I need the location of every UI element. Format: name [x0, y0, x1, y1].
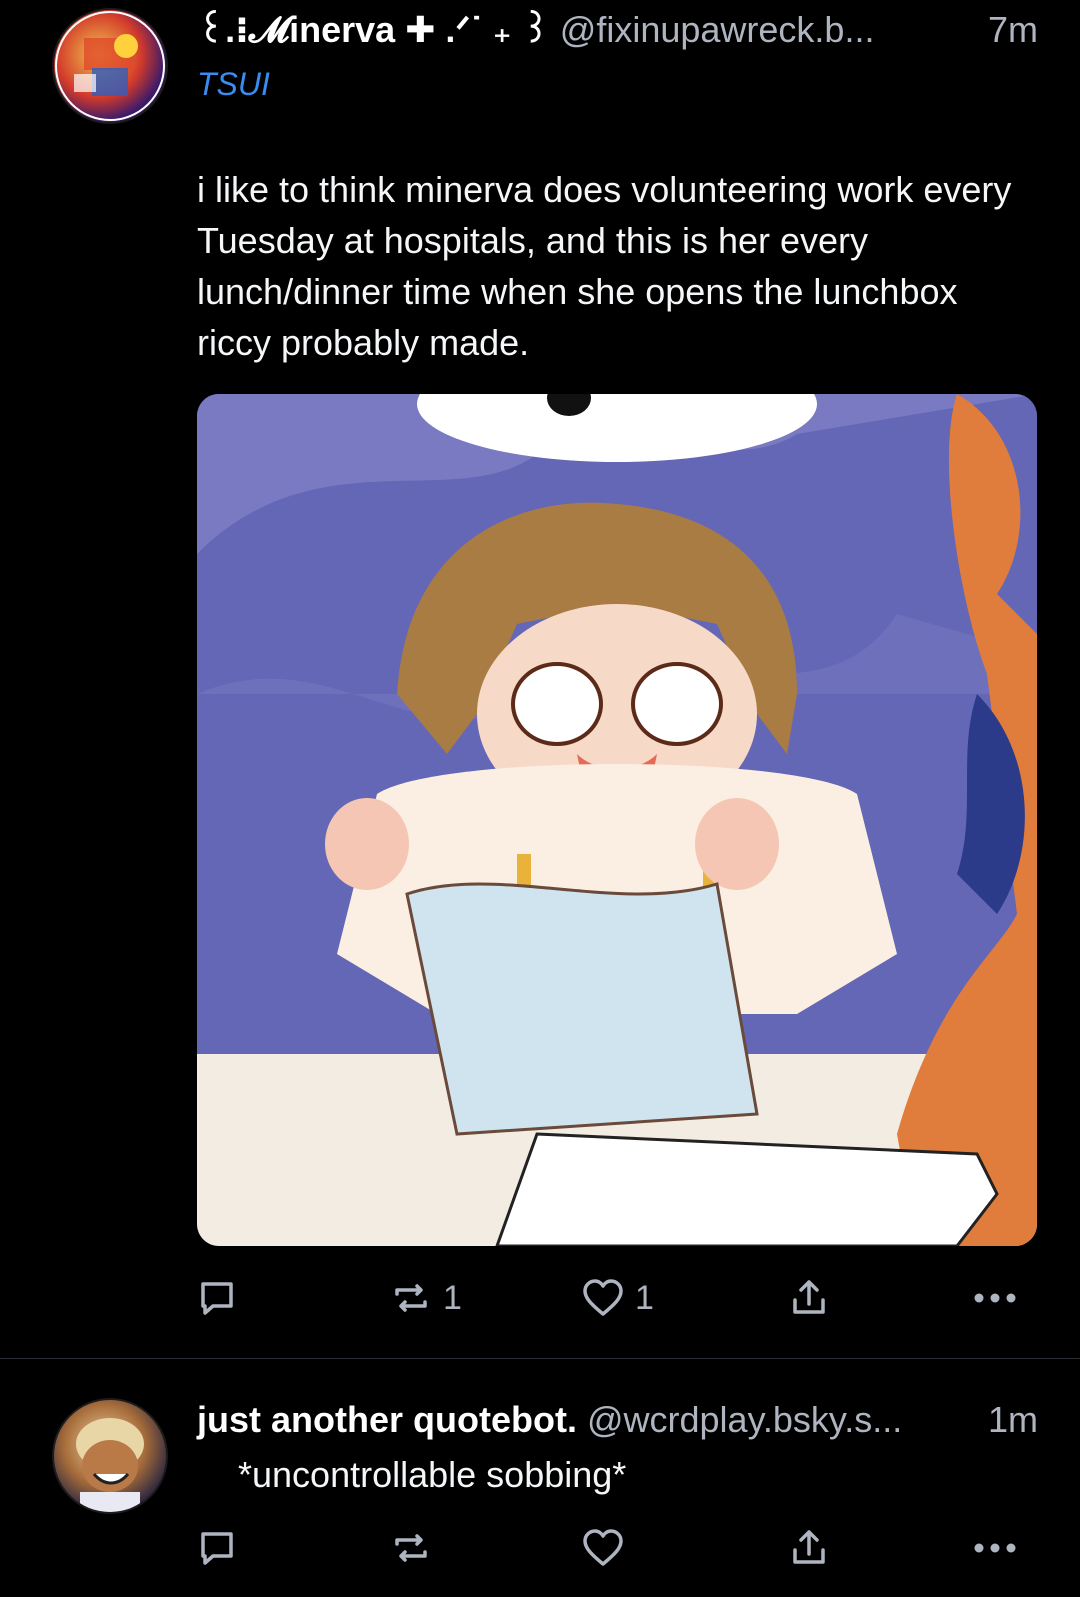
post-header: just another quotebot. @wcrdplay.bsky.s..… [197, 1398, 902, 1442]
more-icon [973, 1292, 1017, 1304]
reply-icon [197, 1528, 237, 1568]
avatar[interactable] [52, 1398, 168, 1514]
post-text: *uncontrollable sobbing* [238, 1454, 627, 1495]
post-image[interactable] [197, 394, 1037, 1246]
repost-button[interactable]: 1 [389, 1273, 462, 1323]
post-actions: 1 1 [197, 1273, 1037, 1323]
share-button[interactable] [789, 1273, 829, 1323]
display-name[interactable]: ꒰.⁝𝓜inerva ✚ .ᐟ˙ ₊ ꒱ [197, 9, 550, 50]
reply-button[interactable] [197, 1273, 237, 1323]
handle[interactable]: @wcrdplay.bsky.s... [587, 1399, 902, 1440]
repost-button[interactable] [389, 1523, 433, 1573]
reply-button[interactable] [197, 1523, 237, 1573]
handle[interactable]: @fixinupawreck.b... [560, 9, 875, 50]
timestamp[interactable]: 1m [988, 1398, 1038, 1442]
share-icon [789, 1278, 829, 1318]
post-text: i like to think minerva does volunteerin… [197, 169, 1012, 363]
heart-icon [581, 1278, 625, 1318]
repost-icon [389, 1528, 433, 1568]
display-name[interactable]: just another quotebot. [197, 1399, 577, 1440]
avatar-art [76, 1418, 144, 1512]
content-label[interactable]: TSUI [197, 66, 270, 103]
comic-illustration [197, 394, 1037, 1246]
like-button[interactable] [581, 1523, 625, 1573]
more-icon [973, 1542, 1017, 1554]
post-actions [197, 1523, 1037, 1573]
share-button[interactable] [789, 1523, 829, 1573]
more-options-button[interactable] [973, 1273, 1017, 1323]
post[interactable]: ꒰.⁝𝓜inerva ✚ .ᐟ˙ ₊ ꒱ @fixinupawreck.b... … [0, 0, 1080, 1358]
repost-icon [389, 1278, 433, 1318]
more-options-button[interactable] [973, 1523, 1017, 1573]
repost-count: 1 [443, 1278, 462, 1317]
timestamp[interactable]: 7m [988, 8, 1038, 52]
share-icon [789, 1528, 829, 1568]
avatar-art [55, 11, 165, 121]
like-count: 1 [635, 1278, 654, 1317]
avatar[interactable] [52, 8, 168, 124]
heart-icon [581, 1528, 625, 1568]
post-header: ꒰.⁝𝓜inerva ✚ .ᐟ˙ ₊ ꒱ @fixinupawreck.b... [197, 8, 874, 52]
like-button[interactable]: 1 [581, 1273, 654, 1323]
reply-icon [197, 1278, 237, 1318]
